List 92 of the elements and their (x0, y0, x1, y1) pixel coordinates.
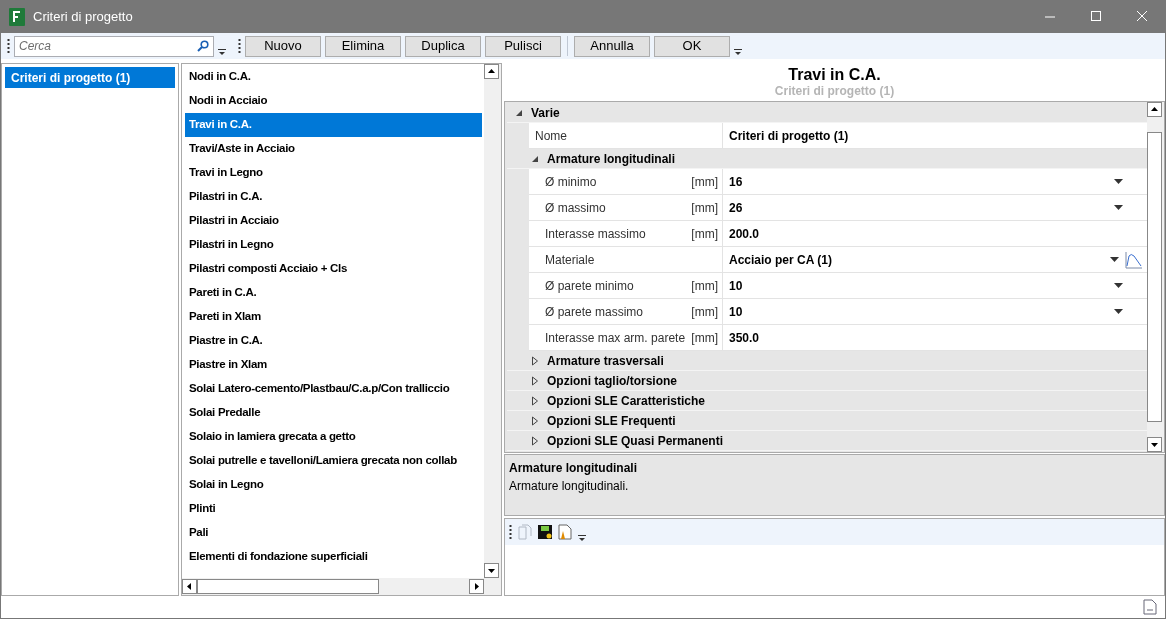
list-item[interactable]: Pilastri in C.A. (185, 185, 482, 209)
property-name: Ø parete minimo (545, 277, 634, 295)
list-item[interactable]: Pilastri composti Acciaio + Cls (185, 257, 482, 281)
toolbar-button[interactable]: Elimina (325, 35, 401, 57)
property-unit: [mm] (691, 173, 718, 191)
overflow-icon[interactable] (578, 535, 586, 541)
detail-subtitle: Criteri di progetto (1) (774, 84, 895, 98)
list-item[interactable]: Solai Latero-cemento/Plastbau/C.a.p/Con tralliccio (185, 377, 482, 401)
search-field[interactable]: Cerca (14, 35, 214, 57)
property-unit: [mm] (691, 277, 718, 295)
curve-chart-icon[interactable] (1125, 250, 1143, 269)
save-icon[interactable] (538, 525, 552, 539)
list-item[interactable]: Travi in Legno (185, 161, 482, 185)
clear-document-icon[interactable] (558, 524, 572, 540)
property-name: Interasse max arm. parete (545, 329, 686, 347)
list-item[interactable]: Pareti in Xlam (185, 305, 482, 329)
scroll-down-icon[interactable] (484, 563, 499, 578)
list-item[interactable]: Nodi in Acciaio (185, 89, 482, 113)
grip-icon[interactable] (7, 38, 10, 54)
property-name: Materiale (545, 251, 595, 269)
grip-icon[interactable] (238, 38, 241, 54)
horizontal-scrollbar-icon[interactable] (182, 579, 484, 594)
property-unit: [mm] (691, 303, 718, 321)
list-item[interactable]: Solai in Legno (185, 473, 482, 497)
category-header[interactable]: Opzioni SLE Frequenti (547, 411, 676, 430)
scroll-down-icon[interactable] (1147, 437, 1162, 452)
toolbar-button[interactable]: Nuovo (245, 35, 321, 57)
collapse-icon[interactable] (515, 108, 523, 117)
property-value[interactable]: 200.0 (729, 224, 760, 243)
scroll-up-icon[interactable] (484, 64, 499, 79)
search-icon[interactable] (197, 39, 209, 52)
toolbar-button[interactable]: OK (654, 35, 730, 57)
document-icon[interactable] (1143, 599, 1157, 615)
list-item[interactable]: Piastre in C.A. (185, 329, 482, 353)
property-value[interactable]: 26 (729, 198, 743, 217)
category-header[interactable]: Opzioni SLE Quasi Permanenti (547, 431, 724, 450)
toolbar-button[interactable]: Annulla (574, 35, 650, 57)
list-item[interactable]: Solai putrelle e tavelloni/Lamiera grecata non collab (185, 449, 482, 473)
category-header[interactable]: Opzioni SLE Caratteristiche (547, 391, 706, 410)
property-name: Ø minimo (545, 173, 597, 191)
property-value[interactable]: 350.0 (729, 328, 760, 347)
category-header[interactable]: Armature longitudinali (547, 149, 675, 168)
list-item[interactable]: Plinti (185, 497, 482, 521)
dropdown-icon[interactable] (1114, 179, 1123, 184)
toolbar-button[interactable]: Duplica (405, 35, 481, 57)
collapse-icon[interactable] (531, 154, 539, 163)
grip-icon[interactable] (509, 524, 512, 540)
dropdown-icon[interactable] (1110, 257, 1119, 262)
dropdown-icon[interactable] (1114, 205, 1123, 210)
description-text: Armature longitudinali. (509, 478, 630, 495)
list-item[interactable]: Solai Predalle (185, 401, 482, 425)
property-value[interactable]: Criteri di progetto (1) (729, 126, 849, 145)
list-item[interactable]: Travi in C.A. (185, 113, 482, 137)
expand-icon[interactable] (531, 415, 539, 426)
list-item[interactable]: Pilastri in Legno (185, 233, 482, 257)
property-name: Interasse massimo (545, 225, 646, 243)
window-title: Criteri di progetto (33, 8, 133, 27)
expand-icon[interactable] (531, 395, 539, 406)
expand-icon[interactable] (531, 355, 539, 366)
list-item[interactable]: Elementi di fondazione superficiali (185, 545, 482, 569)
property-value[interactable]: 10 (729, 276, 743, 295)
property-value[interactable]: 10 (729, 302, 743, 321)
detail-title: Travi in C.A. (788, 66, 881, 84)
property-name: Ø parete massimo (545, 303, 644, 321)
property-value[interactable]: 16 (729, 172, 743, 191)
property-name: Ø massimo (545, 199, 606, 217)
list-item[interactable]: Pali (185, 521, 482, 545)
app-logo-icon (9, 8, 25, 26)
scroll-up-icon[interactable] (1147, 102, 1162, 117)
category-header[interactable]: Opzioni taglio/torsione (547, 371, 677, 390)
property-unit: [mm] (691, 225, 718, 243)
list-item[interactable]: Travi/Aste in Acciaio (185, 137, 482, 161)
sidebar-item[interactable]: Criteri di progetto (1) (5, 67, 175, 88)
category-header[interactable]: Varie (531, 103, 560, 122)
list-item[interactable]: Pilastri in Acciaio (185, 209, 482, 233)
category-header[interactable]: Armature trasversali (547, 351, 664, 370)
list-item[interactable]: Pareti in C.A. (185, 281, 482, 305)
expand-icon[interactable] (531, 375, 539, 386)
dropdown-icon[interactable] (1114, 309, 1123, 314)
overflow-icon[interactable] (218, 49, 226, 55)
list-item[interactable]: Nodi in C.A. (185, 65, 482, 89)
list-item[interactable]: Piastre in Xlam (185, 353, 482, 377)
property-unit: [mm] (691, 329, 718, 347)
dropdown-icon[interactable] (1114, 283, 1123, 288)
toolbar-button[interactable]: Pulisci (485, 35, 561, 57)
property-unit: [mm] (691, 199, 718, 217)
property-value[interactable]: Acciaio per CA (1) (729, 250, 832, 269)
property-name: Nome (535, 127, 567, 145)
list-item[interactable]: Solaio in lamiera grecata a getto (185, 425, 482, 449)
expand-icon[interactable] (531, 435, 539, 446)
overflow-icon[interactable] (734, 49, 742, 55)
description-title: Armature longitudinali (509, 460, 638, 477)
